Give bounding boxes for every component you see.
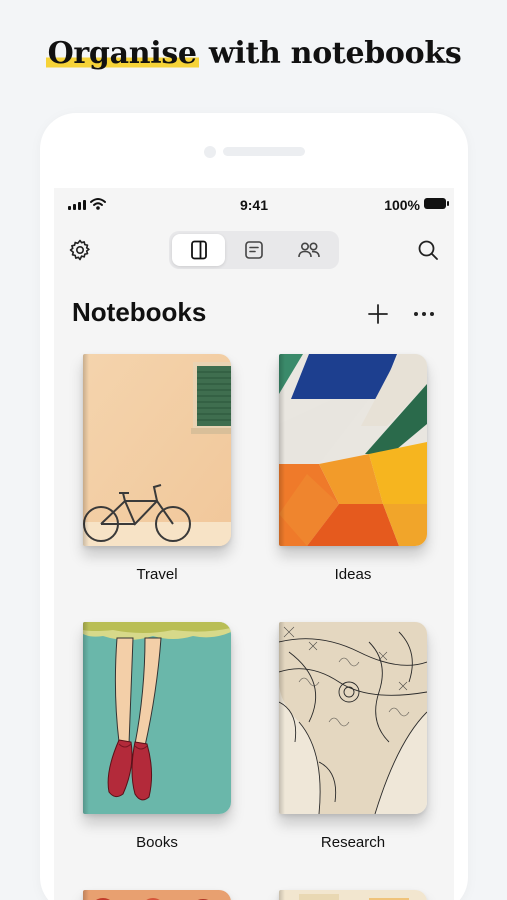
more-icon[interactable] (411, 302, 437, 326)
page-title: Notebooks (72, 297, 207, 327)
partial-cover-2 (279, 890, 427, 900)
headline: Organise with notebooks (0, 36, 507, 71)
search-icon[interactable] (416, 238, 440, 262)
app-screen: 9:41 100% Notebooks Travel Ideas Books R… (54, 188, 454, 900)
gear-icon[interactable] (68, 238, 92, 262)
top-toolbar (54, 228, 454, 272)
camera-dot (204, 146, 216, 158)
notebook-cover-books[interactable] (83, 622, 231, 814)
notebook-cover-ideas[interactable] (279, 354, 427, 546)
notebook-cover-research[interactable] (279, 622, 427, 814)
speaker-grille (223, 147, 305, 156)
notebook-cover-partial-1[interactable] (83, 890, 231, 900)
battery-icon (424, 198, 449, 209)
status-bar: 9:41 100% (54, 188, 454, 222)
notebook-cover-travel[interactable] (83, 354, 231, 546)
people-icon (298, 242, 321, 258)
battery-percent: 100% (384, 197, 420, 213)
tab-shared[interactable] (283, 234, 336, 266)
headline-highlight: Organise (45, 36, 199, 71)
plus-icon[interactable] (366, 302, 390, 326)
notebook-cover-partial-2[interactable] (279, 890, 427, 900)
notebook-icon (190, 240, 207, 260)
headline-rest: with notebooks (198, 36, 462, 71)
notebook-label-research[interactable]: Research (279, 834, 427, 851)
geometric-cover (279, 354, 427, 546)
note-icon (245, 241, 263, 259)
phone-frame: 9:41 100% Notebooks Travel Ideas Books R… (40, 113, 468, 900)
view-switcher (169, 231, 339, 269)
notebook-label-travel[interactable]: Travel (83, 566, 231, 583)
ballet-cover (83, 622, 231, 814)
partial-cover-1 (83, 890, 231, 900)
notebook-label-books[interactable]: Books (83, 834, 231, 851)
notebook-label-ideas[interactable]: Ideas (279, 566, 427, 583)
tab-notes[interactable] (227, 234, 280, 266)
tab-notebooks[interactable] (172, 234, 226, 266)
bicycle-wall-cover (83, 354, 231, 546)
elephant-cover (279, 622, 427, 814)
